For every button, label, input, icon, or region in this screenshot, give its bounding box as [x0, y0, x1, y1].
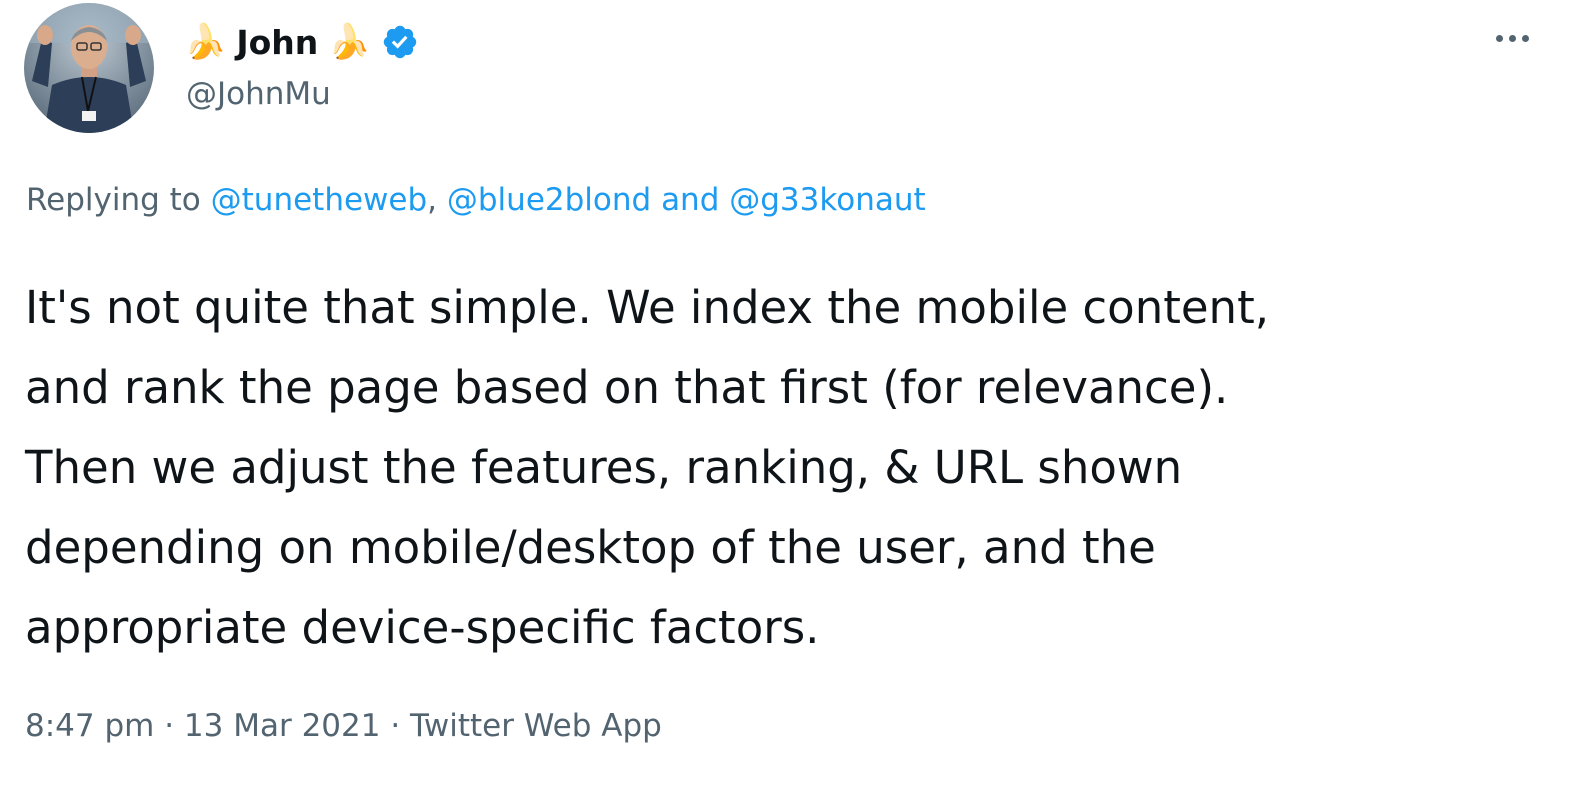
- tweet-text-line: depending on mobile/desktop of the user,…: [25, 521, 1156, 574]
- more-horizontal-icon[interactable]: [1490, 24, 1534, 52]
- avatar[interactable]: [24, 3, 154, 133]
- mention-link[interactable]: @tunetheweb: [211, 182, 428, 218]
- mention-link[interactable]: @blue2blond: [447, 182, 651, 218]
- mention-and[interactable]: and: [661, 182, 719, 218]
- tweet-text-line: It's not quite that simple. We index the…: [25, 281, 1270, 334]
- tweet-metadata: 8:47 pm · 13 Mar 2021 · Twitter Web App: [25, 708, 662, 744]
- display-name[interactable]: John: [236, 23, 318, 62]
- mention-link[interactable]: @g33konaut: [729, 182, 925, 218]
- tweet-text: It's not quite that simple. We index the…: [25, 268, 1545, 668]
- meta-separator: ·: [164, 708, 175, 744]
- replying-to: Replying to @tunetheweb, @blue2blond and…: [26, 182, 926, 218]
- tweet-time[interactable]: 8:47 pm: [25, 708, 154, 744]
- tweet-text-line: Then we adjust the features, ranking, & …: [25, 441, 1183, 494]
- author-handle[interactable]: @JohnMu: [186, 76, 331, 112]
- tweet-source[interactable]: Twitter Web App: [410, 708, 662, 744]
- mention-separator: ,: [427, 182, 438, 218]
- tweet-text-line: and rank the page based on that first (f…: [25, 361, 1229, 414]
- banana-emoji-icon: 🍌: [184, 22, 227, 62]
- tweet-text-line: appropriate device-specific factors.: [25, 601, 820, 654]
- verified-badge-icon: [381, 23, 419, 61]
- tweet-date[interactable]: 13 Mar 2021: [184, 708, 381, 744]
- more-dot: [1508, 34, 1516, 42]
- more-dot: [1495, 34, 1503, 42]
- replying-to-label: Replying to: [26, 182, 201, 218]
- more-dot: [1521, 34, 1529, 42]
- tweet: 🍌 John 🍌 @JohnMu Replying to @tunetheweb…: [0, 0, 1590, 792]
- banana-emoji-icon: 🍌: [328, 22, 371, 62]
- meta-separator: ·: [390, 708, 401, 744]
- author-name-row[interactable]: 🍌 John 🍌: [184, 14, 419, 70]
